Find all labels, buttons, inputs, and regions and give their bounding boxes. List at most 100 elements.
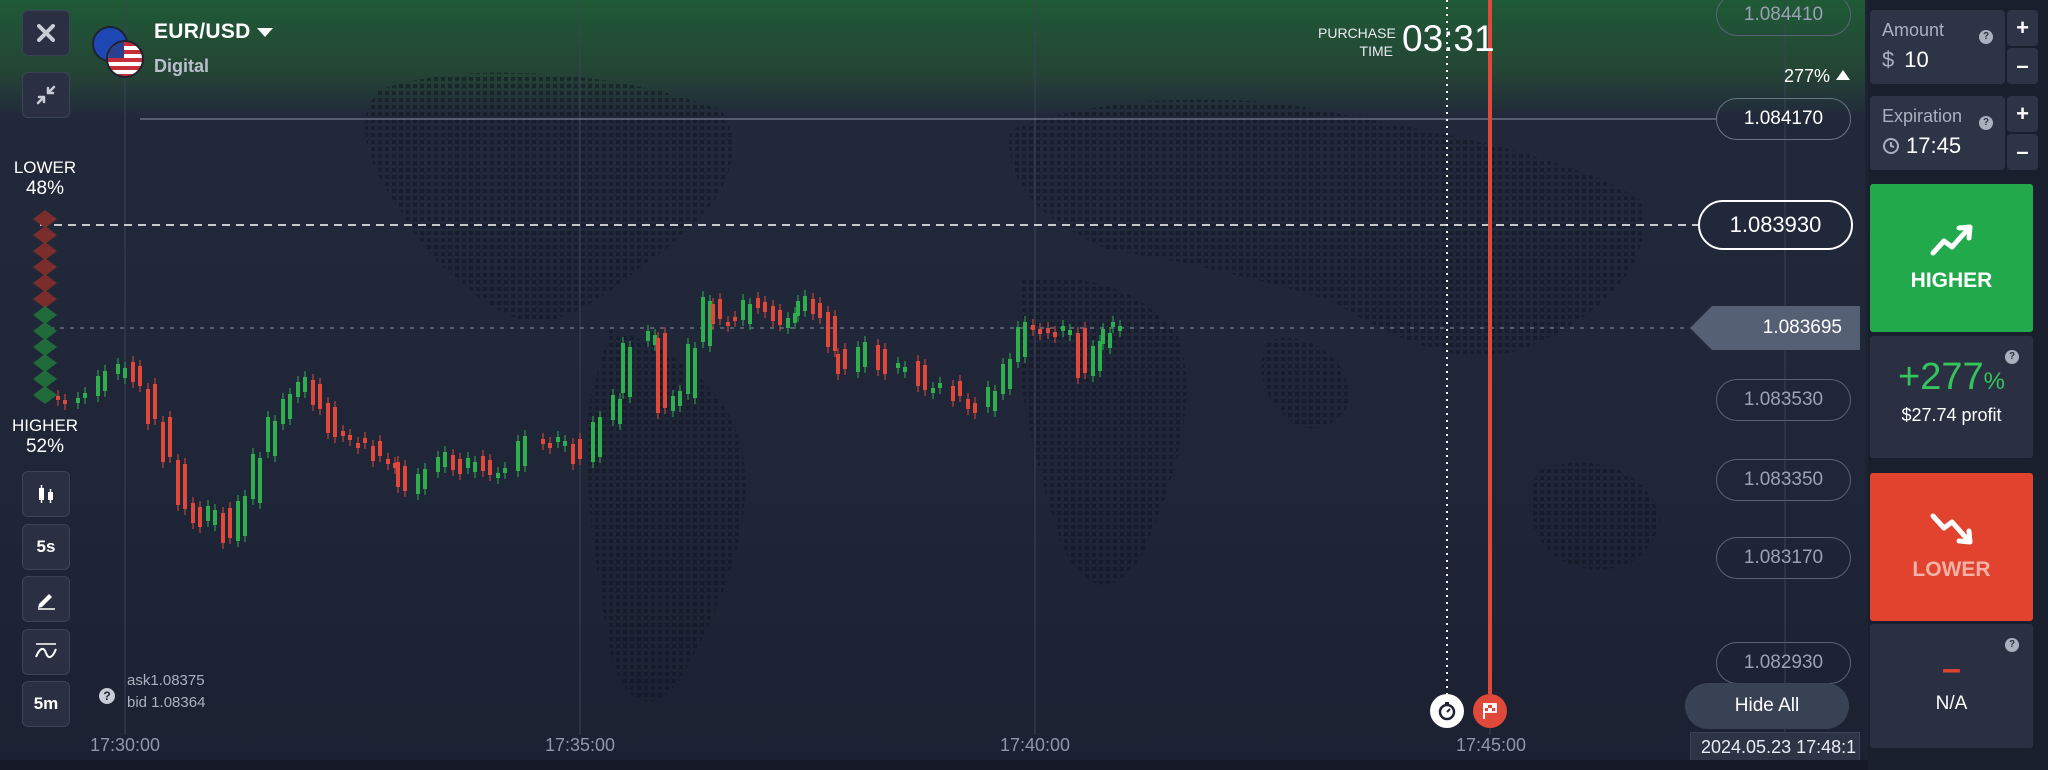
indicators-button[interactable] bbox=[22, 629, 70, 675]
currency-symbol: $ bbox=[1882, 47, 1895, 72]
amount-field[interactable]: Amount $10 ? bbox=[1870, 10, 2005, 84]
candle-body bbox=[966, 399, 970, 409]
candle-body bbox=[843, 349, 847, 369]
candle-body bbox=[1098, 341, 1102, 371]
candle-body bbox=[356, 443, 360, 448]
close-chart-button[interactable] bbox=[22, 10, 70, 56]
finish-flag-icon bbox=[1483, 703, 1497, 719]
sentiment-segment bbox=[33, 242, 57, 260]
candle-body bbox=[213, 510, 217, 525]
candles-icon bbox=[39, 485, 53, 503]
collapse-icon bbox=[36, 85, 56, 105]
help-icon[interactable]: ? bbox=[2005, 638, 2019, 652]
sentiment-segment bbox=[33, 258, 57, 276]
hide-all-button[interactable]: Hide All bbox=[1685, 683, 1849, 729]
candle-body bbox=[281, 399, 285, 424]
candle-body bbox=[396, 462, 400, 487]
candle-body bbox=[341, 431, 345, 436]
chart-down-icon bbox=[1930, 513, 1972, 545]
candle-body bbox=[656, 338, 660, 413]
time-tick: 17:40:00 bbox=[1000, 735, 1071, 755]
candle-body bbox=[876, 345, 880, 370]
candle-body bbox=[288, 394, 292, 419]
chart-up-icon bbox=[1930, 224, 1972, 256]
strike-price[interactable]: 1.083930 bbox=[1698, 200, 1853, 250]
candle-body bbox=[726, 322, 730, 326]
expiration-value[interactable]: 17:45 bbox=[1906, 133, 1961, 159]
candle-body bbox=[303, 377, 307, 392]
help-icon[interactable]: ? bbox=[99, 688, 115, 704]
interval-button[interactable]: 5m bbox=[22, 681, 70, 727]
profit-percent-sign: % bbox=[1983, 368, 2005, 395]
candle-body bbox=[733, 317, 737, 321]
candle-body bbox=[1068, 330, 1072, 335]
help-icon[interactable]: ? bbox=[1979, 116, 1993, 130]
candle-body bbox=[1108, 333, 1112, 348]
expiration-label: Expiration bbox=[1882, 106, 1963, 126]
candle-body bbox=[646, 331, 650, 341]
price-level: 1.083530 bbox=[1716, 379, 1851, 421]
help-icon[interactable]: ? bbox=[2005, 350, 2019, 364]
candle-body bbox=[258, 458, 262, 503]
timeframe-button[interactable]: 5s bbox=[22, 524, 70, 570]
sentiment-segment bbox=[33, 210, 57, 228]
candle-body bbox=[63, 400, 67, 404]
asset-name[interactable]: EUR/USD bbox=[154, 20, 251, 44]
lower-button[interactable]: LOWER bbox=[1870, 473, 2033, 621]
candle-body bbox=[221, 513, 225, 543]
candle-body bbox=[618, 399, 622, 424]
candle-body bbox=[693, 348, 697, 398]
candle-body bbox=[503, 468, 507, 473]
candle-body bbox=[833, 316, 837, 351]
candle-body bbox=[76, 398, 80, 403]
amount-increase-button[interactable]: + bbox=[2007, 10, 2038, 46]
chevron-down-icon[interactable] bbox=[257, 28, 273, 37]
expiration-increase-button[interactable]: + bbox=[2007, 96, 2038, 132]
price-level: 1.084170 bbox=[1716, 98, 1851, 140]
collapse-button[interactable] bbox=[22, 72, 70, 118]
sentiment-segment bbox=[33, 274, 57, 292]
lower-label: LOWER bbox=[1912, 558, 1991, 581]
candle-body bbox=[836, 354, 840, 374]
candle-body bbox=[371, 446, 375, 461]
amount-value[interactable]: 10 bbox=[1904, 47, 1928, 72]
candle-body bbox=[198, 507, 202, 527]
candle-body bbox=[903, 367, 907, 372]
candle-body bbox=[598, 417, 602, 457]
amount-decrease-button[interactable]: – bbox=[2007, 48, 2038, 84]
price-level: 1.084410 bbox=[1716, 0, 1851, 36]
candle-body bbox=[176, 460, 180, 505]
purchase-label-2: TIME bbox=[1359, 43, 1393, 59]
asset-type: Digital bbox=[154, 56, 210, 76]
candle-body bbox=[228, 508, 232, 538]
sentiment-lower: LOWER 48% bbox=[10, 158, 80, 200]
purchase-time-label: PURCHASE TIME bbox=[1318, 24, 1396, 60]
expiration-decrease-button[interactable]: – bbox=[2007, 134, 2038, 170]
candle-body bbox=[1038, 329, 1042, 334]
close-icon bbox=[37, 24, 55, 42]
higher-payout-percent: 277% bbox=[1784, 66, 1831, 86]
chart-type-button[interactable] bbox=[22, 471, 70, 517]
price-level: 1.083350 bbox=[1716, 459, 1851, 501]
candle-body bbox=[273, 421, 277, 456]
candle-body bbox=[1023, 322, 1027, 357]
purchase-time-value: 03:31 bbox=[1402, 18, 1495, 59]
higher-button[interactable]: HIGHER bbox=[1870, 184, 2033, 332]
candle-body bbox=[436, 457, 440, 472]
candle-body bbox=[1008, 359, 1012, 389]
drawing-tools-button[interactable] bbox=[22, 576, 70, 622]
candle-body bbox=[1111, 322, 1115, 327]
help-icon[interactable]: ? bbox=[1979, 30, 1993, 44]
price-level: 1.082930 bbox=[1716, 642, 1851, 684]
candle-body bbox=[803, 296, 807, 311]
chart-area[interactable] bbox=[0, 0, 1865, 770]
candle-body bbox=[951, 386, 955, 401]
candle-body bbox=[621, 343, 625, 393]
candle-body bbox=[771, 306, 775, 321]
expiration-field[interactable]: Expiration 17:45 ? bbox=[1870, 96, 2005, 170]
candle-body bbox=[763, 302, 767, 312]
sentiment-lower-label: LOWER bbox=[13, 158, 77, 177]
candle-body bbox=[671, 396, 675, 411]
candle-body bbox=[578, 439, 582, 459]
sentiment-higher: HIGHER 52% bbox=[10, 416, 80, 458]
